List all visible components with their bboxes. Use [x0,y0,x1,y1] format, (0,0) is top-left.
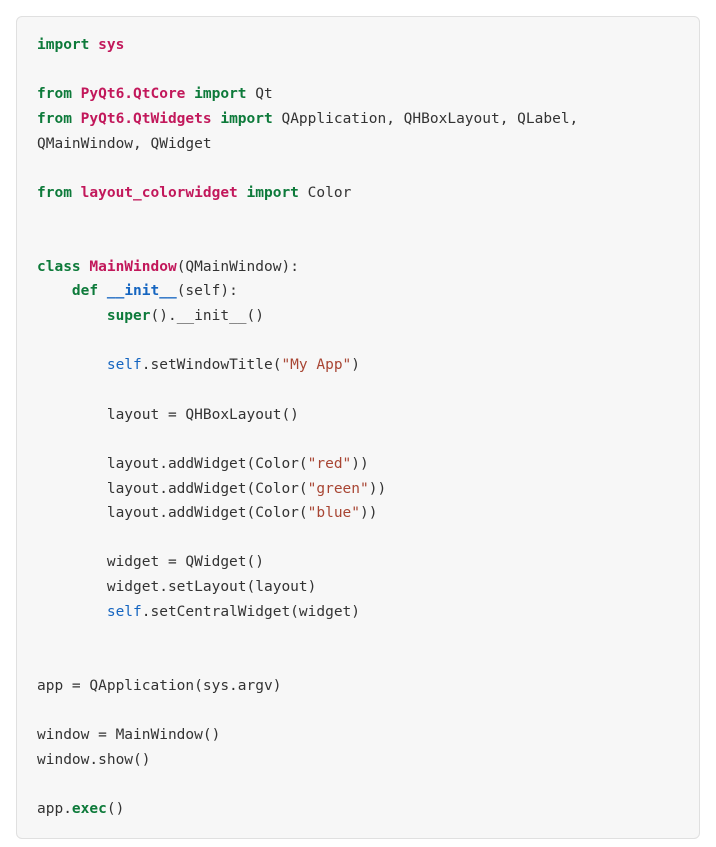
app-dot: app. [37,801,72,817]
kw-import: import [247,185,299,201]
addwidget-blue-open: layout.addWidget(Color( [107,505,308,521]
kw-def: def [72,283,98,299]
def-params: (self): [177,283,238,299]
set-window-title-open: .setWindowTitle( [142,357,282,373]
builtin-super: super [107,308,151,324]
dunder-init: __init__ [107,283,177,299]
code-block: import sys from PyQt6.QtCore import Qt f… [16,16,700,839]
exec-parens: () [107,801,124,817]
layout-assign: layout = QHBoxLayout() [107,407,299,423]
addwidget-red-close: )) [351,456,368,472]
imported-color: Color [308,185,352,201]
super-call: ().__init__() [151,308,265,324]
module-pyqt-widgets: PyQt6.QtWidgets [81,111,212,127]
imported-widgets-2: QMainWindow, QWidget [37,136,212,152]
widget-setlayout: widget.setLayout(layout) [107,579,317,595]
string-green: "green" [308,481,369,497]
set-central-widget: .setCentralWidget(widget) [142,604,360,620]
addwidget-red-open: layout.addWidget(Color( [107,456,308,472]
string-red: "red" [308,456,352,472]
self-kw: self [107,604,142,620]
kw-import: import [194,86,246,102]
kw-import: import [37,37,89,53]
module-sys: sys [98,37,124,53]
widget-assign: widget = QWidget() [107,554,264,570]
app-assign: app = QApplication(sys.argv) [37,678,281,694]
set-window-title-close: ) [351,357,360,373]
addwidget-green-open: layout.addWidget(Color( [107,481,308,497]
kw-from: from [37,185,72,201]
imported-qt: Qt [255,86,272,102]
imported-widgets-1: QApplication, QHBoxLayout, QLabel, [281,111,578,127]
exec-call: exec [72,801,107,817]
self-kw: self [107,357,142,373]
class-bases: (QMainWindow): [177,259,299,275]
string-myapp: "My App" [281,357,351,373]
module-pyqt-core: PyQt6.QtCore [81,86,186,102]
class-mainwindow: MainWindow [89,259,176,275]
string-blue: "blue" [308,505,360,521]
addwidget-blue-close: )) [360,505,377,521]
kw-import: import [220,111,272,127]
addwidget-green-close: )) [369,481,386,497]
window-show: window.show() [37,752,151,768]
window-assign: window = MainWindow() [37,727,220,743]
kw-class: class [37,259,81,275]
kw-from: from [37,86,72,102]
module-layout-colorwidget: layout_colorwidget [81,185,238,201]
kw-from: from [37,111,72,127]
